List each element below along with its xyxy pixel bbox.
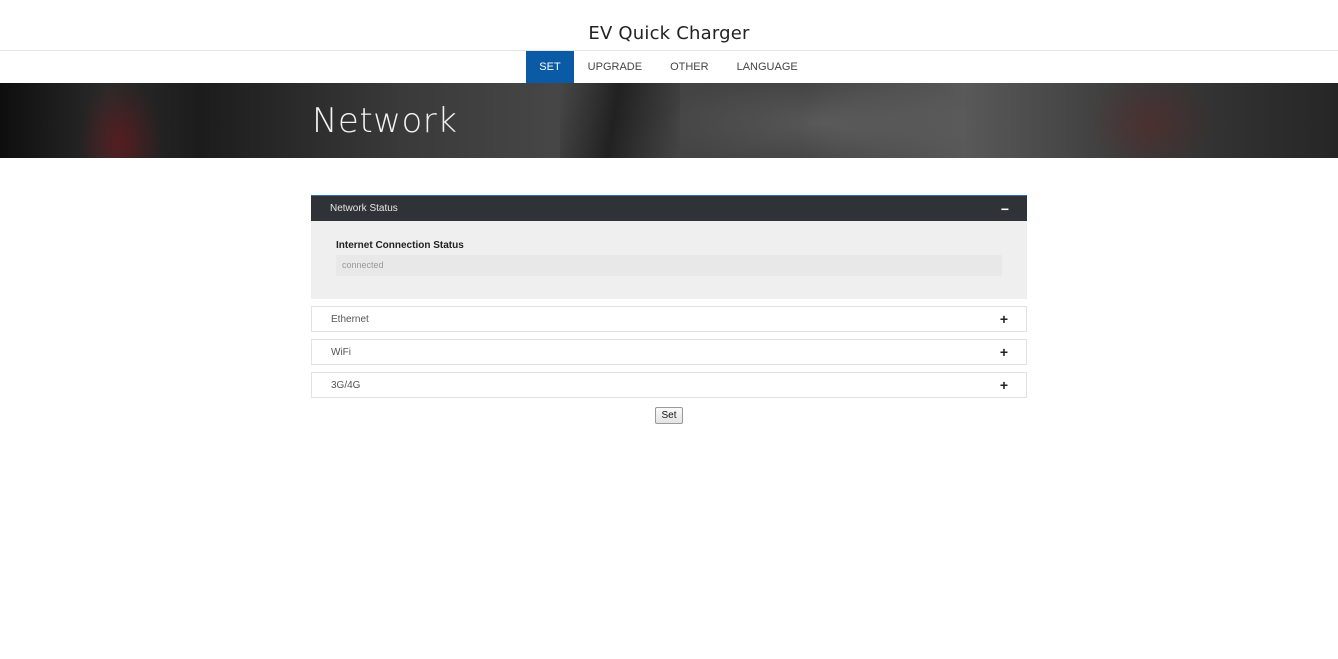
nav-item-other[interactable]: OTHER [656, 51, 723, 83]
nav-item-upgrade[interactable]: UPGRADE [574, 51, 656, 83]
collapse-icon[interactable]: − [1001, 202, 1009, 216]
panel-header-network-status[interactable]: Network Status − [311, 195, 1027, 221]
site-header: EV Quick Charger [0, 0, 1338, 51]
panel-header-ethernet[interactable]: Ethernet + [311, 306, 1027, 332]
main-nav: SET UPGRADE OTHER LANGUAGE [0, 51, 1338, 83]
network-settings: Network Status − Internet Connection Sta… [311, 195, 1027, 424]
site-title: EV Quick Charger [588, 23, 750, 44]
expand-icon[interactable]: + [1000, 345, 1008, 359]
panel-title-3g4g: 3G/4G [331, 379, 361, 391]
panel-title-wifi: WiFi [331, 346, 351, 358]
set-button[interactable]: Set [655, 407, 683, 424]
panel-title-ethernet: Ethernet [331, 313, 369, 325]
panel-wifi: WiFi + [311, 339, 1027, 365]
panel-3g4g: 3G/4G + [311, 372, 1027, 398]
internet-status-value: connected [336, 255, 1002, 276]
nav-item-language[interactable]: LANGUAGE [723, 51, 812, 83]
panel-title-network-status: Network Status [330, 203, 398, 214]
internet-status-label: Internet Connection Status [336, 240, 464, 251]
actions: Set [311, 405, 1027, 424]
nav-item-set[interactable]: SET [526, 51, 574, 83]
page-title: Network [312, 101, 458, 141]
hero-banner: Network [0, 83, 1338, 158]
expand-icon[interactable]: + [1000, 312, 1008, 326]
panel-header-3g4g[interactable]: 3G/4G + [311, 372, 1027, 398]
panel-header-wifi[interactable]: WiFi + [311, 339, 1027, 365]
panel-network-status: Network Status − Internet Connection Sta… [311, 195, 1027, 299]
panel-ethernet: Ethernet + [311, 306, 1027, 332]
panel-body-network-status: Internet Connection Status connected [311, 221, 1027, 299]
expand-icon[interactable]: + [1000, 378, 1008, 392]
